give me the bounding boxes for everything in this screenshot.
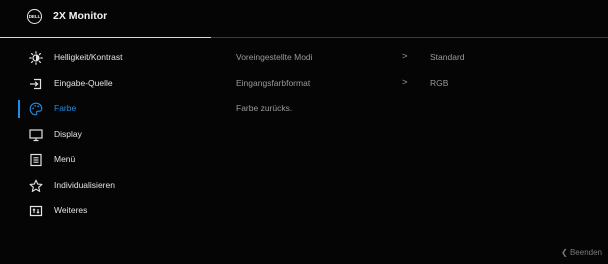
submenu-item-value: Standard (430, 52, 465, 62)
submenu-item-voreingestellte-modi[interactable]: Voreingestellte Modi > Standard (236, 45, 596, 71)
menu-item-individualisieren[interactable]: Individualisieren (0, 173, 211, 199)
menu-item-label: Weiteres (54, 205, 88, 215)
menu-item-label: Helligkeit/Kontrast (54, 52, 123, 62)
menu-item-label: Menü (54, 154, 76, 164)
chevron-right-icon: > (402, 51, 408, 62)
dell-logo: DELL (27, 9, 42, 24)
menu-item-display[interactable]: Display (0, 122, 211, 148)
monitor-title: 2X Monitor (53, 10, 108, 22)
menu-item-label: Eingabe-Quelle (54, 77, 113, 88)
submenu-item-value: RGB (430, 77, 449, 88)
selection-indicator (18, 100, 20, 118)
menu-item-label: Farbe (54, 103, 77, 113)
submenu-item-label: Eingangsfarbformat (236, 77, 311, 88)
menu-item-helligkeit-kontrast[interactable]: Helligkeit/Kontrast (0, 45, 211, 71)
display-monitor-icon (29, 128, 43, 142)
menu-item-label: Individualisieren (54, 179, 115, 190)
chevron-right-icon: > (402, 76, 408, 88)
submenu-item-eingangsfarbformat[interactable]: Eingangsfarbformat > RGB (236, 71, 596, 97)
header-divider (211, 37, 608, 38)
submenu-item-label: Farbe zurücks. (236, 103, 293, 113)
menu-item-farbe[interactable]: Farbe (0, 96, 211, 122)
osd-header: DELL 2X Monitor (0, 0, 608, 38)
submenu-item-farbe-zuruecksetzen[interactable]: Farbe zurücks. (236, 96, 596, 122)
logo-text: DELL (28, 14, 41, 19)
input-source-icon (29, 77, 43, 91)
others-icon (29, 204, 43, 218)
header-divider-active (0, 37, 211, 38)
main-menu: Helligkeit/Kontrast Eingabe-Quelle Farbe… (0, 45, 211, 224)
menu-list-icon (29, 153, 43, 167)
star-icon (29, 179, 43, 193)
menu-item-label: Display (54, 128, 82, 139)
brightness-icon (29, 51, 43, 65)
monitor-osd: DELL 2X Monitor Helligkeit/Kontrast Eing… (0, 0, 608, 264)
menu-item-menu[interactable]: Menü (0, 147, 211, 173)
submenu: Voreingestellte Modi > Standard Eingangs… (236, 45, 596, 122)
submenu-item-label: Voreingestellte Modi (236, 52, 313, 62)
menu-item-weiteres[interactable]: Weiteres (0, 198, 211, 224)
menu-item-eingabe-quelle[interactable]: Eingabe-Quelle (0, 71, 211, 97)
exit-button[interactable]: ❮ Beenden (561, 248, 602, 257)
color-palette-icon (29, 102, 43, 116)
